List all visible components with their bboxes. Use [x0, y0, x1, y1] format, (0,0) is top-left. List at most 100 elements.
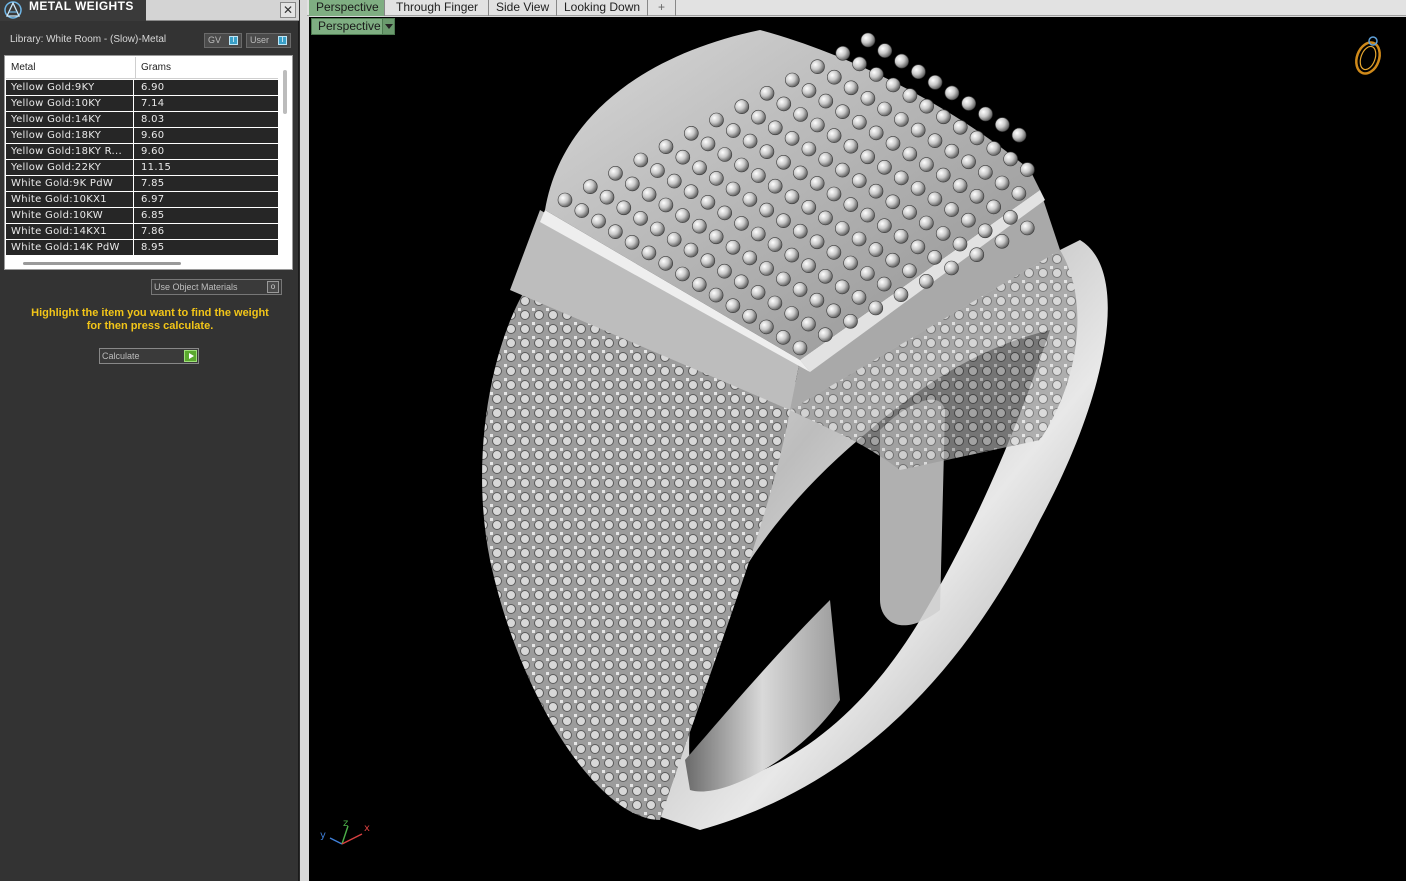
pave-bead: [633, 152, 649, 168]
pave-bead: [834, 279, 850, 295]
pave-bead: [658, 256, 674, 271]
pave-bead: [961, 96, 977, 111]
pave-bead: [818, 268, 833, 284]
pave-bead: [717, 263, 732, 279]
pave-bead: [834, 221, 850, 236]
pave-bead: [835, 104, 850, 119]
pave-bead: [801, 200, 817, 215]
pave-bead: [717, 147, 733, 162]
pave-bead: [784, 131, 800, 146]
pave-bead: [759, 261, 774, 276]
pave-bead: [885, 136, 901, 151]
pave-bead: [725, 181, 741, 197]
pave-bead: [860, 32, 876, 48]
pave-bead: [792, 340, 808, 356]
pave-bead: [608, 166, 623, 181]
pave-bead: [902, 205, 917, 220]
pave-bead: [885, 77, 901, 93]
pave-bead: [868, 125, 884, 141]
pave-bead: [977, 223, 993, 239]
pave-bead: [574, 203, 590, 218]
pave-bead: [826, 245, 842, 260]
pave-bead: [767, 237, 783, 252]
ring-navigation-icon[interactable]: [1345, 30, 1391, 80]
pave-bead: [919, 98, 935, 114]
pave-bead: [944, 202, 959, 217]
pave-bead: [658, 139, 674, 154]
pave-bead: [877, 160, 892, 175]
pave-bead: [860, 207, 875, 223]
pave-bead: [683, 126, 699, 141]
pave-bead: [902, 88, 918, 103]
pave-bead: [792, 223, 808, 239]
pave-bead: [742, 192, 758, 207]
pave-bead: [742, 250, 758, 266]
pave-bead: [969, 130, 985, 146]
pave-bead: [843, 255, 858, 271]
pave-bead: [902, 263, 917, 279]
axis-label-y: y: [320, 830, 326, 841]
pave-bead: [683, 242, 699, 258]
pave-bead: [650, 163, 665, 178]
pave-bead: [691, 277, 707, 292]
pave-bead: [851, 173, 867, 188]
pave-bead: [877, 218, 892, 233]
pave-bead: [784, 72, 800, 88]
pave-bead: [911, 64, 926, 79]
pave-bead: [1020, 162, 1035, 177]
pave-bead: [918, 273, 934, 289]
pave-bead: [894, 112, 909, 127]
pave-bead: [734, 216, 749, 231]
pave-bead: [952, 120, 968, 135]
pave-bead: [767, 120, 783, 136]
pave-bead: [885, 252, 901, 268]
pave-bead: [675, 208, 690, 223]
pave-bead: [809, 176, 825, 191]
pave-bead: [893, 229, 909, 244]
pave-bead: [658, 197, 674, 213]
axis-triad-icon: y z x: [320, 818, 370, 845]
pave-bead: [734, 99, 750, 114]
pave-bead: [826, 128, 842, 143]
pave-bead: [868, 183, 884, 199]
axis-label-x: x: [364, 823, 370, 834]
pave-bead: [852, 56, 867, 72]
view-dropdown[interactable]: Perspective: [311, 18, 395, 35]
pave-bead: [759, 319, 774, 335]
app-window: METAL WEIGHTS ✕ Library: White Room - (S…: [0, 0, 1406, 881]
pave-bead: [935, 226, 951, 241]
pave-bead: [793, 107, 808, 122]
pave-bead: [683, 184, 699, 199]
pave-bead: [910, 181, 926, 196]
pave-bead: [826, 69, 842, 85]
pave-bead: [675, 149, 691, 165]
pave-bead: [801, 316, 816, 332]
pave-bead: [978, 165, 993, 180]
pave-bead: [784, 247, 800, 263]
pave-bead: [868, 67, 884, 82]
pave-bead: [877, 101, 892, 117]
pave-bead: [633, 211, 648, 226]
pave-bead: [986, 199, 1002, 215]
pave-bead: [801, 141, 817, 157]
pave-bead: [1003, 210, 1018, 225]
pave-bead: [624, 176, 640, 192]
pave-bead: [784, 189, 800, 205]
pave-bead: [700, 195, 716, 210]
pave-bead: [961, 154, 976, 170]
pave-bead: [793, 165, 808, 181]
pave-bead: [742, 308, 757, 324]
pave-bead: [852, 115, 867, 130]
pave-bead: [868, 300, 884, 316]
pave-bead: [708, 287, 724, 303]
pave-bead: [692, 160, 707, 176]
pave-bead: [700, 253, 716, 269]
pave-bead: [717, 205, 733, 221]
pave-bead: [776, 96, 792, 112]
pave-bead: [750, 285, 766, 300]
pave-bead: [751, 109, 766, 125]
pave-bead: [961, 212, 976, 228]
pave-bead: [843, 313, 858, 329]
pave-bead: [994, 117, 1010, 132]
pave-bead: [851, 231, 867, 247]
